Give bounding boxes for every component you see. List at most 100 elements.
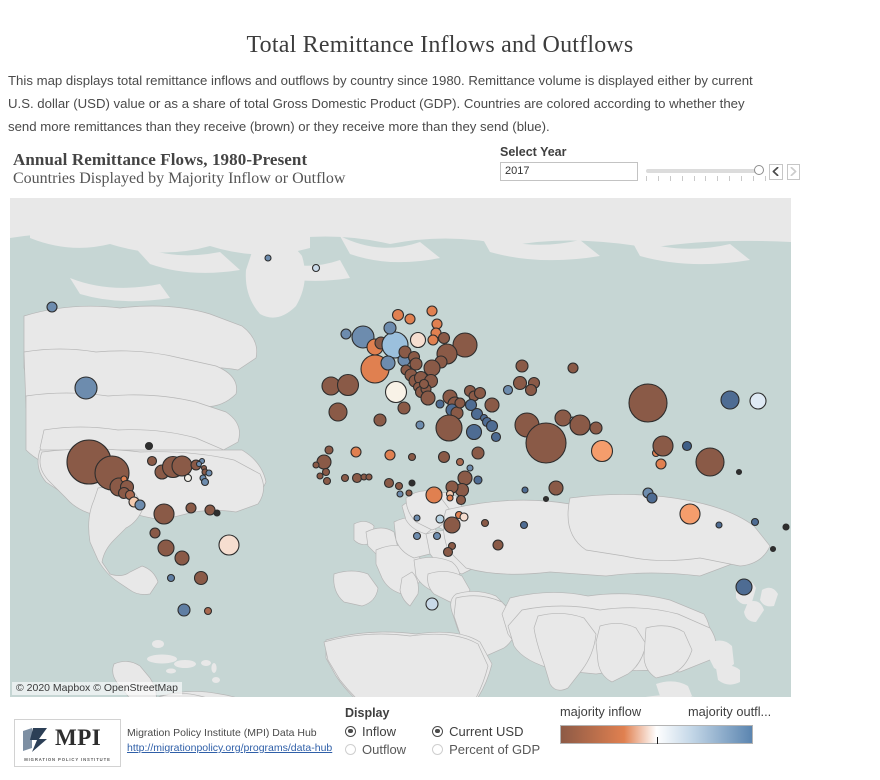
country-bubble[interactable] — [652, 435, 674, 457]
country-bubble[interactable] — [466, 464, 474, 472]
country-bubble[interactable] — [567, 362, 579, 374]
country-bubble[interactable] — [432, 531, 442, 541]
country-bubble[interactable] — [485, 419, 499, 433]
country-bubble[interactable] — [157, 539, 175, 557]
country-bubble[interactable] — [446, 494, 454, 502]
country-bubble[interactable] — [681, 440, 693, 452]
country-bubble[interactable] — [336, 373, 360, 397]
country-bubble[interactable] — [484, 397, 500, 413]
radio-outflow-marker[interactable] — [345, 743, 356, 755]
country-bubble[interactable] — [425, 597, 439, 611]
country-bubble[interactable] — [396, 490, 404, 498]
previous-year-button[interactable] — [769, 163, 783, 180]
country-bubble[interactable] — [166, 573, 176, 583]
country-bubble[interactable] — [321, 467, 331, 477]
country-bubble[interactable] — [205, 469, 213, 477]
country-bubble[interactable] — [435, 414, 463, 442]
country-bubble[interactable] — [328, 402, 348, 422]
country-bubble[interactable] — [437, 331, 451, 345]
country-bubble[interactable] — [384, 449, 396, 461]
radio-inflow[interactable]: Inflow — [345, 722, 406, 740]
country-bubble[interactable] — [340, 473, 350, 483]
country-bubble[interactable] — [646, 492, 658, 504]
data-hub-link[interactable]: http://migrationpolicy.org/programs/data… — [127, 742, 332, 754]
country-bubble[interactable] — [443, 516, 461, 534]
country-bubble[interactable] — [473, 386, 487, 400]
country-bubble[interactable] — [264, 254, 272, 262]
country-bubble[interactable] — [542, 495, 550, 503]
country-bubble[interactable] — [455, 457, 465, 467]
country-bubble[interactable] — [735, 578, 753, 596]
country-bubble[interactable] — [394, 481, 404, 491]
world-map[interactable]: .land{fill:#e8e8e8;stroke:#b6b6b6;stroke… — [10, 198, 791, 697]
country-bubble[interactable] — [144, 441, 154, 451]
country-bubble[interactable] — [521, 486, 529, 494]
country-bubble[interactable] — [408, 479, 416, 487]
year-slider[interactable] — [646, 162, 766, 181]
country-bubble[interactable] — [171, 455, 193, 477]
country-bubble[interactable] — [195, 460, 203, 468]
country-bubble[interactable] — [524, 383, 538, 397]
country-bubble[interactable] — [782, 523, 790, 531]
country-bubble[interactable] — [720, 390, 740, 410]
country-bubble[interactable] — [213, 509, 221, 517]
country-bubble[interactable] — [373, 413, 387, 427]
country-bubble[interactable] — [74, 376, 98, 400]
country-bubble[interactable] — [431, 318, 443, 330]
country-bubble[interactable] — [46, 301, 58, 313]
country-bubble[interactable] — [628, 383, 668, 423]
country-bubble[interactable] — [589, 421, 603, 435]
country-bubble[interactable] — [404, 313, 416, 325]
country-bubble[interactable] — [465, 423, 483, 441]
country-bubble[interactable] — [695, 447, 725, 477]
country-bubble[interactable] — [351, 472, 363, 484]
radio-percent-gdp-marker[interactable] — [432, 743, 444, 755]
next-year-button[interactable] — [786, 163, 801, 180]
country-bubble[interactable] — [471, 446, 485, 460]
country-bubble[interactable] — [420, 390, 436, 406]
country-bubble[interactable] — [407, 452, 417, 462]
country-bubble[interactable] — [324, 445, 334, 455]
radio-inflow-marker[interactable] — [345, 725, 356, 737]
country-bubble[interactable] — [569, 414, 591, 436]
year-input[interactable] — [500, 162, 638, 181]
country-bubble[interactable] — [365, 473, 373, 481]
country-bubble[interactable] — [397, 401, 411, 415]
country-bubble[interactable] — [455, 494, 467, 506]
country-bubble[interactable] — [679, 503, 701, 525]
country-bubble[interactable] — [490, 431, 502, 443]
country-bubble[interactable] — [193, 570, 209, 586]
country-bubble[interactable] — [316, 454, 332, 470]
country-bubble[interactable] — [554, 409, 572, 427]
country-bubble[interactable] — [750, 517, 760, 527]
map-canvas[interactable]: .land{fill:#e8e8e8;stroke:#b6b6b6;stroke… — [10, 198, 791, 697]
country-bubble[interactable] — [134, 499, 146, 511]
country-bubble[interactable] — [480, 518, 490, 528]
country-bubble[interactable] — [769, 545, 777, 553]
country-bubble[interactable] — [502, 384, 514, 396]
country-bubble[interactable] — [435, 514, 445, 524]
country-bubble[interactable] — [200, 477, 210, 487]
country-bubble[interactable] — [655, 458, 667, 470]
country-bubble[interactable] — [312, 461, 320, 469]
country-bubble[interactable] — [405, 489, 413, 497]
country-bubble[interactable] — [380, 355, 396, 371]
country-bubble[interactable] — [153, 503, 175, 525]
country-bubble[interactable] — [384, 380, 408, 404]
year-slider-track[interactable] — [646, 169, 762, 173]
country-bubble[interactable] — [183, 473, 193, 483]
country-bubble[interactable] — [340, 328, 352, 340]
country-bubble[interactable] — [350, 446, 362, 458]
country-bubble[interactable] — [413, 514, 421, 522]
country-bubble[interactable] — [459, 512, 469, 522]
radio-percent-gdp[interactable]: Percent of GDP — [432, 740, 540, 758]
country-bubble[interactable] — [185, 502, 197, 514]
country-bubble[interactable] — [426, 305, 438, 317]
radio-current-usd-marker[interactable] — [432, 725, 444, 737]
country-bubble[interactable] — [415, 420, 425, 430]
country-bubble[interactable] — [218, 534, 240, 556]
country-bubble[interactable] — [149, 527, 161, 539]
country-bubble[interactable] — [409, 331, 427, 349]
country-bubble[interactable] — [749, 392, 767, 410]
country-bubble[interactable] — [525, 422, 567, 464]
